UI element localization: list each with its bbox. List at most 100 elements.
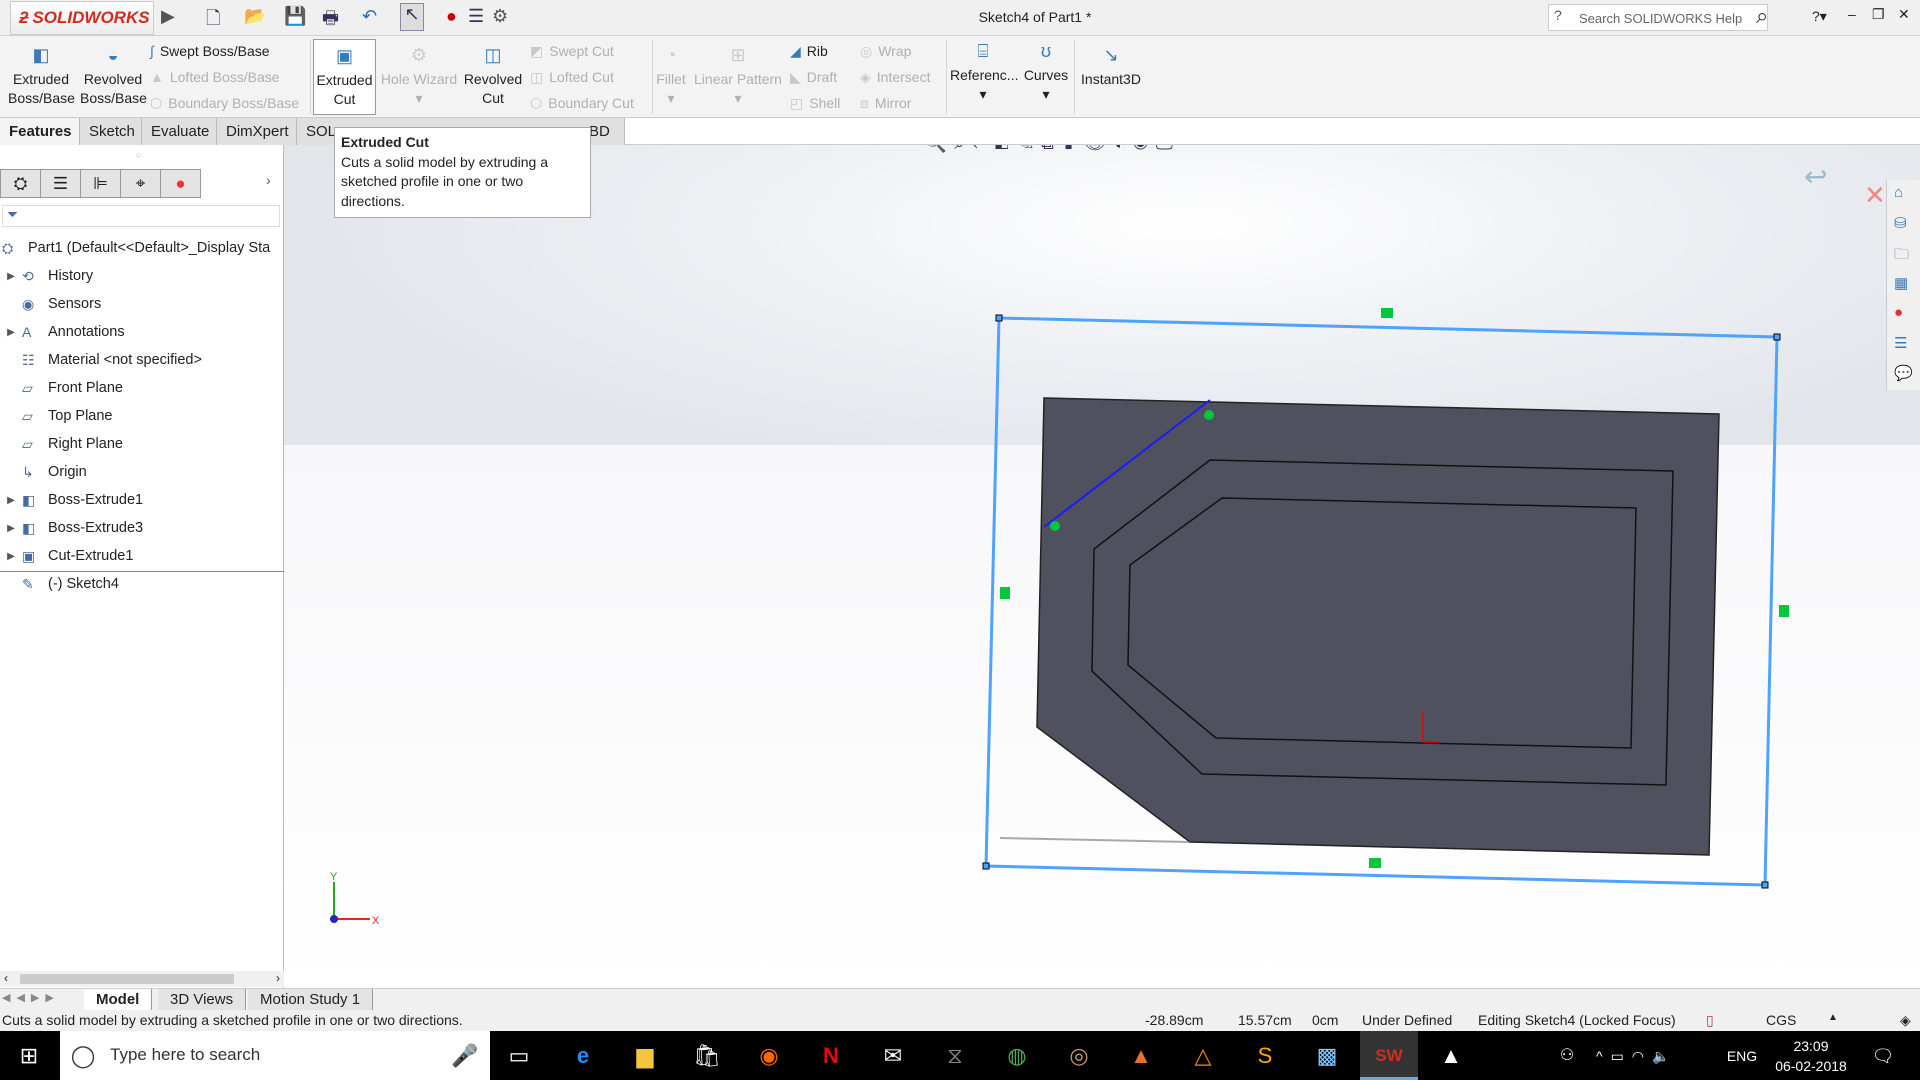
people-icon[interactable]: ⚇ <box>1552 1041 1582 1071</box>
graphics-area[interactable]: 🔍⌕↩◧✎⧉▮👁◐◉🖵 ◧◨–❐✕ ↩ ✕ YX <box>284 145 1920 988</box>
tree-item[interactable]: ▱ Right Plane <box>0 431 123 457</box>
vlc-icon[interactable]: △ <box>1188 1041 1218 1071</box>
display-manager-tab[interactable]: ● <box>160 169 201 198</box>
feature-tree-tab[interactable]: ⛭ <box>0 169 41 198</box>
expand-icon[interactable]: ▶ <box>0 271 22 282</box>
help-search-input[interactable]: Search SOLIDWORKS Help <box>1548 4 1768 31</box>
horizontal-scrollbar[interactable]: ‹ › <box>0 971 284 987</box>
tree-item[interactable]: ▱ Top Plane <box>0 403 113 429</box>
splitter-handle[interactable]: ○ <box>136 150 141 160</box>
minimize-icon[interactable]: – <box>1848 6 1856 22</box>
instant3d-button[interactable]: ↘ Instant3D <box>1078 46 1144 89</box>
tree-item[interactable]: ▶ A Annotations <box>0 319 124 345</box>
expand-icon[interactable]: ▶ <box>0 495 22 506</box>
unit-system[interactable]: CGS <box>1766 1012 1796 1028</box>
revolved-boss-button[interactable]: ◒ Revolved Boss/Base <box>80 46 147 108</box>
lofted-boss-button[interactable]: ▲ Lofted Boss/Base <box>150 69 280 85</box>
tree-item[interactable]: ☷ Material <not specified> <box>0 347 202 373</box>
matlab-icon[interactable]: ▲ <box>1126 1041 1156 1071</box>
rebuild-indicator-icon[interactable]: ▯ <box>1706 1012 1714 1029</box>
expand-icon[interactable]: ▶ <box>0 327 22 338</box>
firefox-icon[interactable]: ◉ <box>754 1041 784 1071</box>
taskbar-search[interactable]: Type here to search <box>60 1031 490 1080</box>
shell-button[interactable]: ◰ Shell <box>790 95 840 112</box>
mail-icon[interactable]: ✉ <box>878 1041 908 1071</box>
tab-sketch[interactable]: Sketch <box>80 118 142 145</box>
tab-solidworks-addins[interactable]: SOL <box>297 118 337 145</box>
windows-start-icon[interactable]: ⊞ <box>14 1041 44 1071</box>
restore-icon[interactable]: ❐ <box>1872 6 1885 23</box>
microphone-icon[interactable]: 🎤 <box>450 1041 480 1071</box>
tag-icon[interactable]: ◈ <box>1900 1012 1911 1029</box>
sublime-icon[interactable]: S <box>1250 1041 1280 1071</box>
close-icon[interactable]: ✕ <box>1898 6 1910 23</box>
boundary-cut-button[interactable]: ⬡ Boundary Cut <box>530 95 634 112</box>
rollback-bar[interactable] <box>0 571 284 572</box>
extruded-boss-button[interactable]: ◧ Extruded Boss/Base <box>8 46 75 108</box>
file-explorer-icon[interactable]: 🗀 <box>1894 244 1914 264</box>
design-library-icon[interactable]: ⛁ <box>1894 214 1914 234</box>
tree-item[interactable]: ▶ ▣ Cut-Extrude1 <box>0 543 133 569</box>
swept-boss-button[interactable]: ∫ Swept Boss/Base <box>150 43 270 59</box>
expand-icon[interactable]: ▶ <box>0 523 22 534</box>
file-explorer-icon[interactable]: ▆ <box>630 1041 660 1071</box>
tab-scroll-arrows[interactable]: ◀◀▶▶ <box>2 991 82 1008</box>
tree-item[interactable]: ⛭ Part1 (Default<<Default>_Display Sta <box>0 235 270 261</box>
fillet-button[interactable]: ◔ Fillet ▾ <box>654 46 688 108</box>
units-menu-icon[interactable]: ▲ <box>1828 1012 1838 1023</box>
photos-icon[interactable]: ▲ <box>1436 1041 1466 1071</box>
tab-dimxpert[interactable]: DimXpert <box>217 118 297 145</box>
tab-motion-study[interactable]: Motion Study 1 <box>248 989 374 1010</box>
linear-pattern-button[interactable]: ⊞ Linear Pattern ▾ <box>692 46 784 108</box>
swept-cut-button[interactable]: ◩ Swept Cut <box>530 43 614 60</box>
clock[interactable]: 23:09 06-02-2018 <box>1766 1036 1856 1076</box>
chrome-icon[interactable]: ◍ <box>1002 1041 1032 1071</box>
mirror-button[interactable]: ⧈ Mirror <box>860 95 911 112</box>
view-palette-icon[interactable]: ▦ <box>1894 274 1914 294</box>
tab-3d-views[interactable]: 3D Views <box>158 989 247 1010</box>
reference-geometry-button[interactable]: ⌸ Referenc... ▾ <box>950 42 1018 104</box>
draft-button[interactable]: ◣ Draft <box>790 69 837 86</box>
tab-model[interactable]: Model <box>84 989 153 1010</box>
tree-filter[interactable]: ⏷ <box>2 205 280 227</box>
tree-item[interactable]: ▶ ◧ Boss-Extrude1 <box>0 487 143 513</box>
netflix-icon[interactable]: N <box>816 1041 846 1071</box>
tree-item[interactable]: ◉ Sensors <box>0 291 101 317</box>
system-tray-icons[interactable]: ^▭◠🔈 <box>1596 1041 1716 1071</box>
curves-button[interactable]: ʊ Curves ▾ <box>1018 42 1074 104</box>
wrap-button[interactable]: ◎ Wrap <box>860 43 911 60</box>
hole-wizard-button[interactable]: ⚙ Hole Wizard ▾ <box>380 46 458 108</box>
help-icon[interactable]: ?▾ <box>1812 8 1827 25</box>
property-manager-tab[interactable]: ☰ <box>40 169 81 198</box>
tab-evaluate[interactable]: Evaluate <box>142 118 217 145</box>
expand-icon[interactable]: ▶ <box>0 551 22 562</box>
panel-expand-icon[interactable]: › <box>266 172 271 188</box>
forum-icon[interactable]: 💬 <box>1894 364 1914 384</box>
appearances-icon[interactable]: ● <box>1894 304 1914 324</box>
task-view-icon[interactable]: ▭ <box>504 1041 534 1071</box>
app-icon[interactable]: ◎ <box>1064 1041 1094 1071</box>
tree-item[interactable]: ▶ ⟲ History <box>0 263 93 289</box>
tree-item[interactable]: ✎ (-) Sketch4 <box>0 571 119 597</box>
tree-item[interactable]: ▶ ◧ Boss-Extrude3 <box>0 515 143 541</box>
model-view[interactable]: YX <box>284 145 1920 988</box>
lofted-cut-button[interactable]: ◫ Lofted Cut <box>530 69 614 86</box>
rib-button[interactable]: ◢ Rib <box>790 43 828 60</box>
search-icon[interactable]: ⌕ <box>1756 3 1768 29</box>
home-icon[interactable]: ⌂ <box>1894 184 1914 204</box>
app2-icon[interactable]: ▩ <box>1312 1041 1342 1071</box>
boundary-boss-button[interactable]: ⬡ Boundary Boss/Base <box>150 95 299 112</box>
language-indicator[interactable]: ENG <box>1722 1041 1762 1071</box>
tab-features[interactable]: Features <box>0 118 80 145</box>
intersect-button[interactable]: ◈ Intersect <box>860 69 930 86</box>
revolved-cut-button[interactable]: ◫ Revolved Cut <box>462 46 524 108</box>
edge-icon[interactable]: e <box>568 1041 598 1071</box>
solidworks-taskbar-button[interactable]: SW <box>1360 1031 1418 1080</box>
store-icon[interactable]: 🛍 <box>692 1041 722 1071</box>
configuration-manager-tab[interactable]: ⊫ <box>80 169 121 198</box>
extruded-cut-button[interactable]: ▣ Extruded Cut <box>313 39 376 115</box>
tree-item[interactable]: ▱ Front Plane <box>0 375 123 401</box>
notifications-icon[interactable]: 🗨 <box>1868 1041 1898 1071</box>
dimxpert-manager-tab[interactable]: ⌖ <box>120 169 161 198</box>
custom-properties-icon[interactable]: ☰ <box>1894 334 1914 354</box>
